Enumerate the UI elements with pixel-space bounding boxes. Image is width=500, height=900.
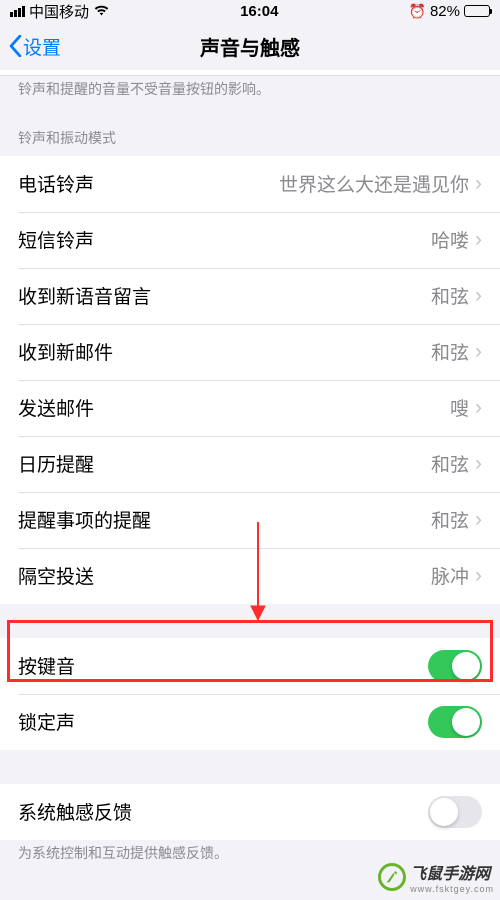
row-voicemail[interactable]: 收到新语音留言 和弦› [0,268,500,324]
row-value: 世界这么大还是遇见你 [279,170,469,197]
chevron-right-icon: › [475,172,482,196]
row-keyboard-clicks: 按键音 [0,638,500,694]
row-value: 嗖 [450,394,469,421]
row-text-tone[interactable]: 短信铃声 哈喽› [0,212,500,268]
carrier-label: 中国移动 [29,1,89,22]
chevron-right-icon: › [475,564,482,588]
row-label: 日历提醒 [18,450,94,477]
row-value: 脉冲 [431,562,469,589]
page-title: 声音与触感 [200,32,300,61]
status-bar: 中国移动 16:04 ⏰ 82% [0,0,500,22]
chevron-right-icon: › [475,508,482,532]
row-label: 收到新邮件 [18,338,113,365]
row-reminder[interactable]: 提醒事项的提醒 和弦› [0,492,500,548]
row-label: 按键音 [18,652,75,679]
chevron-right-icon: › [475,340,482,364]
back-label: 设置 [23,33,61,60]
row-new-mail[interactable]: 收到新邮件 和弦› [0,324,500,380]
row-value: 哈喽 [431,226,469,253]
row-calendar[interactable]: 日历提醒 和弦› [0,436,500,492]
row-label: 发送邮件 [18,394,94,421]
toggle-system-haptics[interactable] [428,796,482,828]
chevron-right-icon: › [475,452,482,476]
clock-label: 16:04 [240,3,278,20]
back-button[interactable]: 设置 [8,33,61,60]
chevron-right-icon: › [475,284,482,308]
row-label: 系统触感反馈 [18,798,132,825]
row-label: 锁定声 [18,708,75,735]
row-label: 隔空投送 [18,562,94,589]
wifi-icon [93,3,110,20]
row-lock-sound: 锁定声 [0,694,500,750]
toggle-keyboard-clicks[interactable] [428,650,482,682]
watermark-sub: www.fsktgey.com [410,884,494,894]
row-value: 和弦 [431,338,469,365]
row-sent-mail[interactable]: 发送邮件 嗖› [0,380,500,436]
row-airdrop[interactable]: 隔空投送 脉冲› [0,548,500,604]
row-label: 短信铃声 [18,226,94,253]
row-ringtone[interactable]: 电话铃声 世界这么大还是遇见你› [0,156,500,212]
watermark-icon [378,863,406,891]
battery-pct: 82% [430,3,460,20]
alarm-icon: ⏰ [409,3,426,20]
watermark: 飞鼠手游网 www.fsktgey.com [378,860,494,894]
row-value: 和弦 [431,450,469,477]
section-header-ringtone: 铃声和振动模式 [0,108,500,156]
nav-bar: 设置 声音与触感 [0,22,500,70]
row-value: 和弦 [431,282,469,309]
row-label: 收到新语音留言 [18,282,151,309]
chevron-left-icon [8,35,23,57]
chevron-right-icon: › [475,396,482,420]
row-value: 和弦 [431,506,469,533]
chevron-right-icon: › [475,228,482,252]
row-label: 提醒事项的提醒 [18,506,151,533]
row-label: 电话铃声 [18,170,94,197]
volume-note: 铃声和提醒的音量不受音量按钮的影响。 [0,76,500,108]
toggle-lock-sound[interactable] [428,706,482,738]
watermark-name: 飞鼠手游网 [410,866,490,883]
battery-icon [464,5,490,17]
signal-icon [10,6,25,17]
row-system-haptics: 系统触感反馈 [0,784,500,840]
